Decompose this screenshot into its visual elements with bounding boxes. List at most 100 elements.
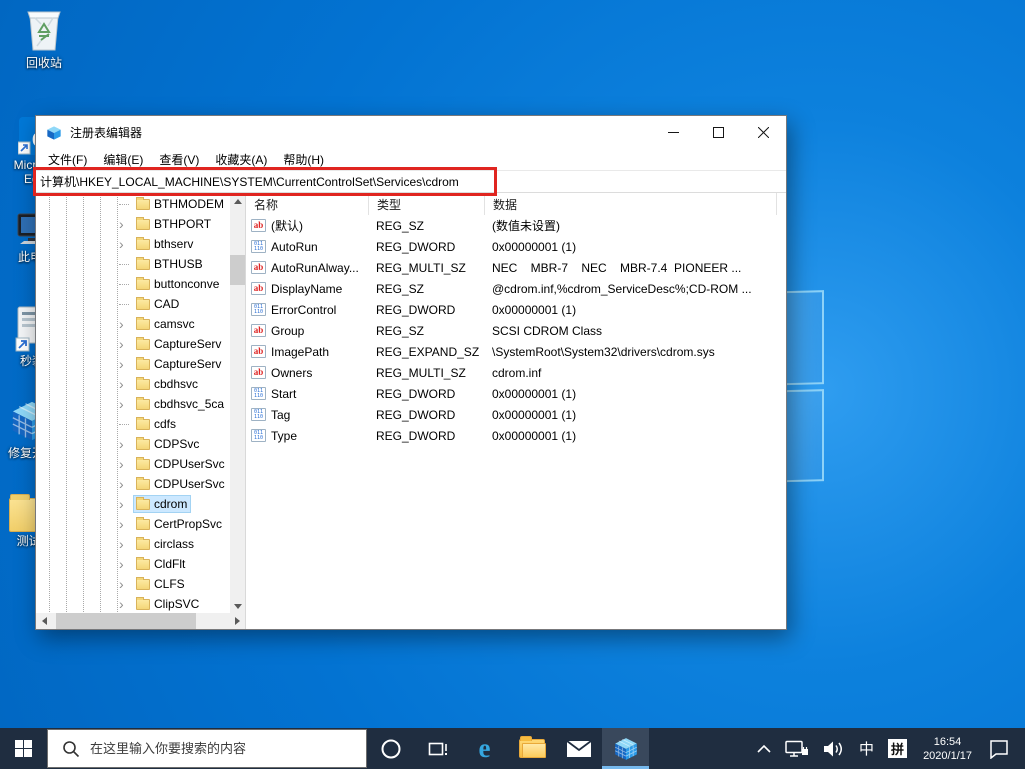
- registry-value-row-autorunalway[interactable]: abAutoRunAlway...REG_MULTI_SZNEC MBR-7 N…: [246, 257, 786, 278]
- dword-value-icon: 011110: [251, 429, 266, 442]
- tree-item-captureserv[interactable]: ›CaptureServ: [36, 354, 230, 374]
- tree-item-clipsvc[interactable]: ›ClipSVC: [36, 594, 230, 614]
- tray-overflow-button[interactable]: [750, 728, 778, 769]
- tree-item-cad[interactable]: CAD: [36, 294, 230, 314]
- task-view-button[interactable]: [414, 728, 461, 769]
- column-header-type[interactable]: 类型: [368, 193, 484, 215]
- action-center-button[interactable]: [981, 728, 1017, 769]
- registry-key-folder-icon: [136, 279, 150, 290]
- value-name: AutoRunAlway...: [271, 261, 359, 275]
- tree-vertical-scrollbar[interactable]: [230, 193, 245, 614]
- menu-item-3[interactable]: 收藏夹(A): [207, 151, 275, 168]
- tree-item-clfs[interactable]: ›CLFS: [36, 574, 230, 594]
- tree-item-captureserv[interactable]: ›CaptureServ: [36, 334, 230, 354]
- expand-chevron-icon[interactable]: ›: [119, 437, 134, 451]
- close-button[interactable]: [741, 116, 786, 149]
- edge-taskbar-button[interactable]: e: [461, 728, 508, 769]
- tree-item-buttonconve[interactable]: buttonconve: [36, 274, 230, 294]
- tree-item-cdrom[interactable]: ›cdrom: [36, 494, 230, 514]
- chevron-up-icon: [757, 744, 771, 753]
- window-titlebar[interactable]: 注册表编辑器: [36, 116, 786, 149]
- mail-button[interactable]: [555, 728, 602, 769]
- expand-chevron-icon[interactable]: ›: [119, 397, 134, 411]
- horizontal-scroll-thumb[interactable]: [56, 613, 196, 629]
- tree-item-cdpusersvc[interactable]: › CDPUserSvc: [36, 454, 230, 474]
- registry-value-row-displayname[interactable]: abDisplayNameREG_SZ@cdrom.inf,%cdrom_Ser…: [246, 278, 786, 299]
- menu-item-4[interactable]: 帮助(H): [275, 151, 332, 168]
- expand-chevron-icon[interactable]: ›: [119, 357, 134, 371]
- tree-item-cdpsvc[interactable]: ›CDPSvc: [36, 434, 230, 454]
- expand-chevron-icon[interactable]: ›: [119, 457, 134, 471]
- taskbar-clock[interactable]: 16:54 2020/1/17: [914, 735, 981, 763]
- value-data: 0x00000001 (1): [484, 429, 786, 443]
- registry-value-row-group[interactable]: abGroupREG_SZSCSI CDROM Class: [246, 320, 786, 341]
- expand-chevron-icon[interactable]: ›: [119, 317, 134, 331]
- tree-item-cbdhsvc_5ca[interactable]: ›cbdhsvc_5ca: [36, 394, 230, 414]
- registry-value-row-tag[interactable]: 011110TagREG_DWORD0x00000001 (1): [246, 404, 786, 425]
- tree-item-bthusb[interactable]: BTHUSB: [36, 254, 230, 274]
- tree-item-bthport[interactable]: ›BTHPORT: [36, 214, 230, 234]
- taskbar-search-box[interactable]: [47, 729, 367, 768]
- expand-chevron-icon[interactable]: ›: [119, 477, 134, 491]
- maximize-button[interactable]: [696, 116, 741, 149]
- column-header-name[interactable]: 名称: [246, 193, 368, 215]
- registry-value-row-owners[interactable]: abOwnersREG_MULTI_SZcdrom.inf: [246, 362, 786, 383]
- expand-chevron-icon[interactable]: ›: [119, 237, 134, 251]
- tree-item-label: buttonconve: [154, 277, 219, 291]
- expand-chevron-icon[interactable]: ›: [119, 597, 134, 611]
- tree-item-bthserv[interactable]: ›bthserv: [36, 234, 230, 254]
- tree-item-cdfs[interactable]: cdfs: [36, 414, 230, 434]
- tree-item-camsvc[interactable]: ›camsvc: [36, 314, 230, 334]
- minimize-button[interactable]: [651, 116, 696, 149]
- expand-chevron-icon[interactable]: ›: [119, 537, 134, 551]
- registry-value-row-[interactable]: ab(默认)REG_SZ(数值未设置): [246, 215, 786, 236]
- tree-item-cdpusersvc[interactable]: ›CDPUserSvc: [36, 474, 230, 494]
- tree-connector: [119, 264, 129, 265]
- window-title: 注册表编辑器: [70, 124, 651, 141]
- tree-item-bthmodem[interactable]: BTHMODEM: [36, 194, 230, 214]
- tree-item-label: CDPUserSvc: [154, 457, 225, 471]
- menu-item-2[interactable]: 查看(V): [151, 151, 207, 168]
- scroll-left-button[interactable]: [36, 613, 52, 629]
- registry-value-row-errorcontrol[interactable]: 011110ErrorControlREG_DWORD0x00000001 (1…: [246, 299, 786, 320]
- column-header-data[interactable]: 数据: [484, 193, 776, 215]
- cortana-button[interactable]: [367, 728, 414, 769]
- speaker-icon: [823, 740, 845, 758]
- registry-value-row-autorun[interactable]: 011110AutoRunREG_DWORD0x00000001 (1): [246, 236, 786, 257]
- expand-chevron-icon[interactable]: ›: [119, 217, 134, 231]
- ime-language-indicator[interactable]: 中: [852, 728, 881, 769]
- vertical-scroll-thumb[interactable]: [230, 255, 245, 285]
- registry-editor-app-icon: [46, 125, 62, 141]
- tree-horizontal-scrollbar[interactable]: [36, 613, 245, 629]
- registry-editor-taskbar-button[interactable]: [602, 728, 649, 769]
- registry-value-row-imagepath[interactable]: abImagePathREG_EXPAND_SZ\SystemRoot\Syst…: [246, 341, 786, 362]
- registry-value-row-type[interactable]: 011110TypeREG_DWORD0x00000001 (1): [246, 425, 786, 446]
- registry-key-folder-icon: [136, 559, 150, 570]
- tree-item-circlass[interactable]: ›circlass: [36, 534, 230, 554]
- tree-item-cldflt[interactable]: ›CldFlt: [36, 554, 230, 574]
- ime-mode-indicator[interactable]: 拼: [881, 728, 914, 769]
- tree-item-cbdhsvc[interactable]: ›cbdhsvc: [36, 374, 230, 394]
- file-explorer-button[interactable]: [508, 728, 555, 769]
- scroll-up-button[interactable]: [230, 193, 245, 209]
- value-type: REG_DWORD: [368, 408, 484, 422]
- scroll-down-button[interactable]: [230, 598, 245, 614]
- menu-item-1[interactable]: 编辑(E): [95, 151, 151, 168]
- expand-chevron-icon[interactable]: ›: [119, 497, 134, 511]
- ime-mode-label: 拼: [888, 739, 907, 758]
- expand-chevron-icon[interactable]: ›: [119, 517, 134, 531]
- network-status-button[interactable]: [778, 728, 816, 769]
- scroll-right-button[interactable]: [229, 613, 245, 629]
- tree-item-certpropsvc[interactable]: ›CertPropSvc: [36, 514, 230, 534]
- address-bar[interactable]: 计算机\HKEY_LOCAL_MACHINE\SYSTEM\CurrentCon…: [36, 170, 786, 193]
- start-button[interactable]: [0, 728, 47, 769]
- expand-chevron-icon[interactable]: ›: [119, 557, 134, 571]
- desktop-icon-recycle-bin[interactable]: 回收站: [8, 6, 80, 70]
- expand-chevron-icon[interactable]: ›: [119, 337, 134, 351]
- registry-value-row-start[interactable]: 011110StartREG_DWORD0x00000001 (1): [246, 383, 786, 404]
- expand-chevron-icon[interactable]: ›: [119, 377, 134, 391]
- menu-item-0[interactable]: 文件(F): [40, 151, 95, 168]
- search-input[interactable]: [90, 741, 340, 756]
- volume-button[interactable]: [816, 728, 852, 769]
- expand-chevron-icon[interactable]: ›: [119, 577, 134, 591]
